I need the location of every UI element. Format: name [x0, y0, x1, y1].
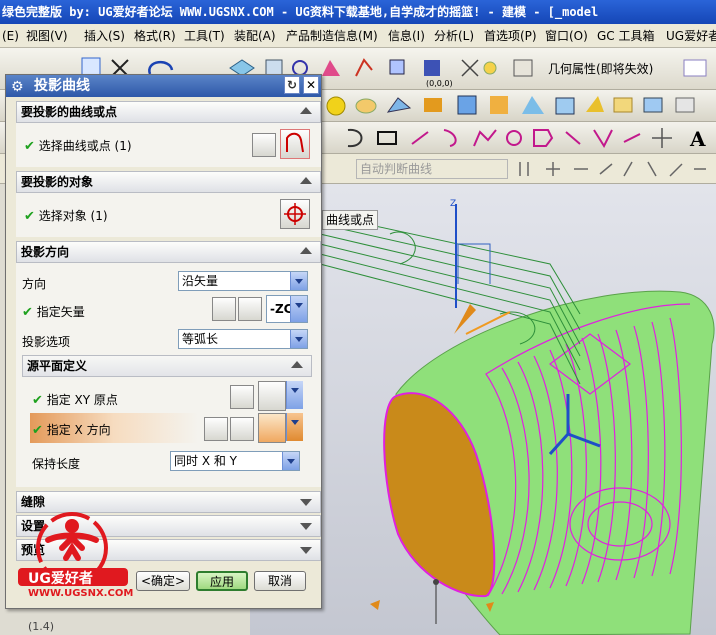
- direction-label: 方向: [22, 277, 47, 291]
- reset-icon[interactable]: ↻: [284, 76, 300, 94]
- coord-label: (0,0,0): [426, 79, 453, 88]
- keep-length-select[interactable]: 同时 X 和 Y: [170, 451, 300, 471]
- window-title: 绿色完整版 by: UG爱好者论坛 WWW.UGSNX.COM - UG资料下载…: [0, 0, 716, 24]
- collapse-icon[interactable]: [300, 177, 312, 184]
- objects-select-label: 选择对象 (1): [38, 209, 108, 223]
- collapse-icon[interactable]: [300, 107, 312, 114]
- section-objects-title: 要投影的对象: [21, 175, 94, 189]
- section-curves-title: 要投影的曲线或点: [21, 105, 118, 119]
- section-curves-header[interactable]: 要投影的曲线或点: [16, 101, 321, 123]
- menu-edit[interactable]: (E): [2, 24, 19, 48]
- dialog-title: 投影曲线: [34, 78, 90, 94]
- menu-ug-fans[interactable]: UG爱好者: [666, 24, 716, 48]
- dialog-gear-icon[interactable]: ⚙: [11, 76, 24, 98]
- menu-analysis[interactable]: 分析(L): [434, 24, 474, 48]
- vector-select[interactable]: -ZC: [266, 295, 308, 323]
- option-select[interactable]: 等弧长: [178, 329, 308, 349]
- chevron-down-icon[interactable]: [290, 272, 307, 290]
- direction-panel: 方向 沿矢量 ✔ 指定矢量 -ZC 投影选项 等弧长 源平面定义 ✔ 指定 XY…: [16, 263, 321, 487]
- ug-fans-logo: UG爱好者 WWW.UGSNX.COM: [14, 508, 134, 604]
- x-direction-label: 指定 X 方向: [46, 423, 111, 437]
- option-value: 等弧长: [182, 332, 219, 346]
- selection-tooltip: 曲线或点: [322, 210, 379, 230]
- chevron-down-icon[interactable]: [290, 296, 307, 322]
- check-icon: ✔: [32, 393, 43, 408]
- expand-icon[interactable]: [300, 547, 312, 554]
- reverse-direction-icon[interactable]: [212, 297, 236, 321]
- check-icon: ✔: [32, 423, 43, 438]
- menu-insert[interactable]: 插入(S): [84, 24, 125, 48]
- check-icon: ✔: [24, 139, 35, 154]
- menu-preferences[interactable]: 首选项(P): [484, 24, 537, 48]
- apply-button[interactable]: 应用: [196, 571, 248, 591]
- option-label: 投影选项: [22, 335, 71, 349]
- section-direction-title: 投影方向: [21, 245, 70, 259]
- dialog-titlebar[interactable]: ⚙ 投影曲线 ↻ ✕: [6, 75, 321, 97]
- menu-tools[interactable]: 工具(T): [184, 24, 225, 48]
- svg-text:Z: Z: [450, 199, 456, 209]
- ok-button[interactable]: <确定>: [136, 571, 190, 591]
- objects-select-row[interactable]: ✔ 选择对象 (1): [16, 193, 321, 237]
- section-plane-header[interactable]: 源平面定义: [22, 355, 312, 377]
- svg-text:A: A: [689, 127, 706, 151]
- point-dialog-icon[interactable]: [252, 133, 276, 157]
- point-dialog-icon[interactable]: [230, 385, 254, 409]
- select-curve-icon[interactable]: [280, 129, 310, 159]
- section-plane-title: 源平面定义: [27, 359, 88, 373]
- keep-length-value: 同时 X 和 Y: [174, 454, 237, 468]
- navigator-status: (1.4): [28, 620, 55, 633]
- logo-url: WWW.UGSNX.COM: [28, 588, 134, 599]
- logo-text: UG爱好者: [28, 571, 93, 587]
- vector-dialog-icon[interactable]: [230, 417, 254, 441]
- keep-length-label: 保持长度: [32, 457, 81, 471]
- chevron-down-icon[interactable]: [290, 330, 307, 348]
- expand-icon[interactable]: [300, 499, 312, 506]
- inferred-point-icon[interactable]: [258, 381, 286, 411]
- menu-assembly[interactable]: 装配(A): [234, 24, 276, 48]
- section-objects-header[interactable]: 要投影的对象: [16, 171, 321, 193]
- curves-select-row[interactable]: ✔ 选择曲线或点 (1): [16, 123, 321, 167]
- collapse-icon[interactable]: [291, 361, 303, 368]
- expand-icon[interactable]: [300, 523, 312, 530]
- direction-value: 沿矢量: [182, 274, 219, 288]
- direction-select[interactable]: 沿矢量: [178, 271, 308, 291]
- chevron-down-icon[interactable]: [286, 413, 303, 441]
- check-icon: ✔: [24, 209, 35, 224]
- select-face-icon[interactable]: [280, 199, 310, 229]
- menu-bar: (E) 视图(V) 插入(S) 格式(R) 工具(T) 装配(A) 产品制造信息…: [0, 24, 716, 48]
- reverse-direction-icon[interactable]: [204, 417, 228, 441]
- vector-dialog-icon[interactable]: [238, 297, 262, 321]
- chevron-down-icon[interactable]: [286, 381, 303, 409]
- menu-format[interactable]: 格式(R): [134, 24, 176, 48]
- menu-view[interactable]: 视图(V): [26, 24, 68, 48]
- xy-origin-label: 指定 XY 原点: [46, 393, 118, 407]
- section-direction-header[interactable]: 投影方向: [16, 241, 321, 263]
- check-icon: ✔: [22, 305, 33, 320]
- collapse-icon[interactable]: [300, 247, 312, 254]
- menu-info[interactable]: 信息(I): [388, 24, 425, 48]
- close-icon[interactable]: ✕: [303, 76, 319, 94]
- curves-select-label: 选择曲线或点 (1): [38, 139, 132, 153]
- vector-label: 指定矢量: [36, 305, 85, 319]
- section-gap-title: 缝隙: [21, 495, 46, 509]
- menu-window[interactable]: 窗口(O): [545, 24, 588, 48]
- menu-gc-toolbox[interactable]: GC 工具箱: [597, 24, 655, 48]
- inferred-vector-icon[interactable]: [258, 413, 286, 443]
- cancel-button[interactable]: 取消: [254, 571, 306, 591]
- menu-pmi[interactable]: 产品制造信息(M): [286, 24, 378, 48]
- chevron-down-icon[interactable]: [282, 452, 299, 470]
- geometry-property-label[interactable]: 几何属性(即将失效): [548, 60, 653, 77]
